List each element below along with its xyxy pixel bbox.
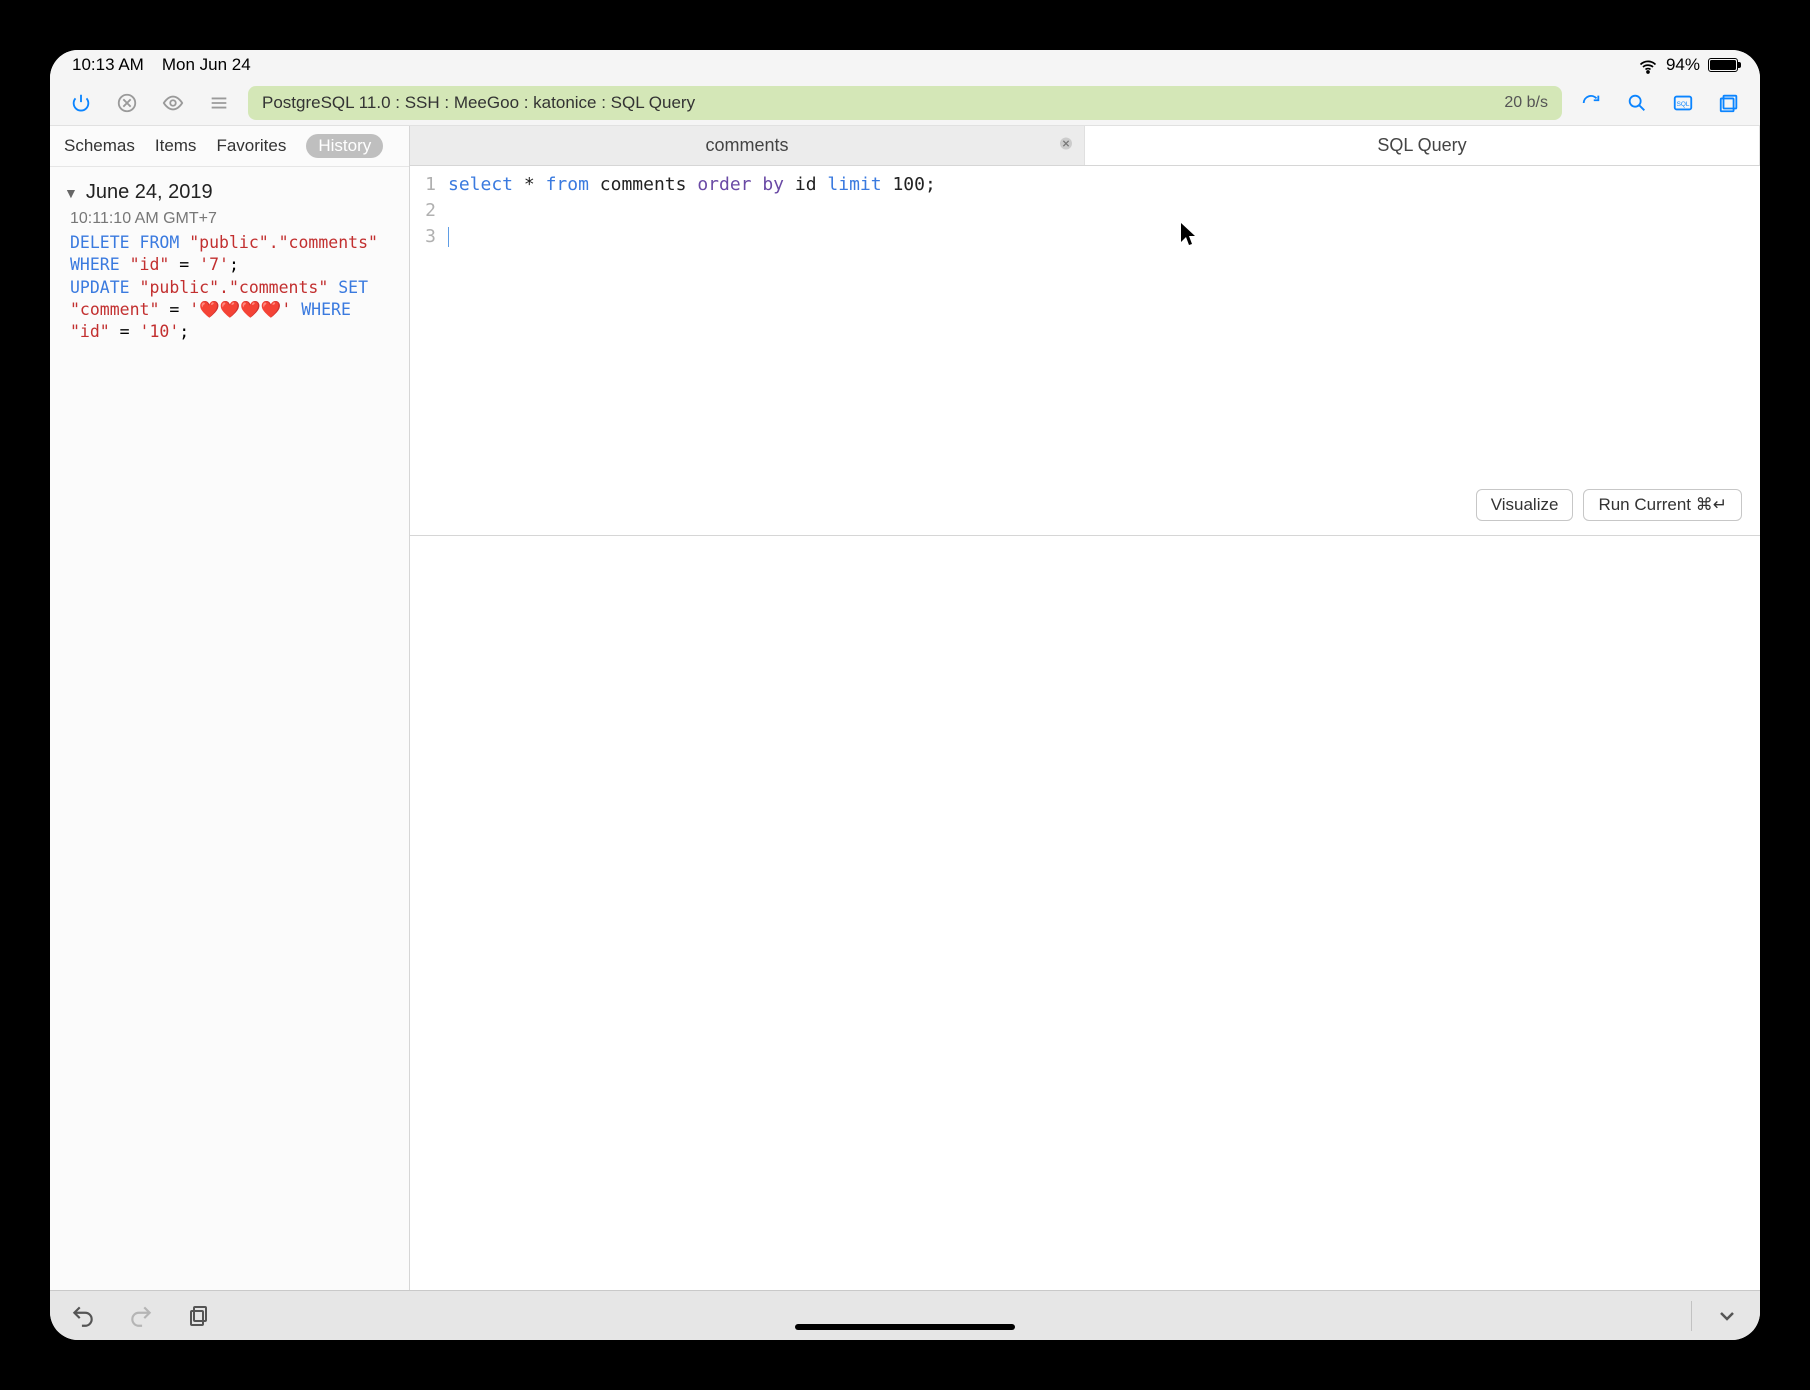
visualize-button[interactable]: Visualize bbox=[1476, 489, 1574, 521]
svg-text:SQL: SQL bbox=[1677, 100, 1690, 107]
close-icon[interactable] bbox=[1058, 135, 1074, 156]
status-bar: 10:13 AM Mon Jun 24 94% bbox=[50, 50, 1760, 80]
home-indicator bbox=[795, 1324, 1015, 1330]
mouse-cursor-icon bbox=[1180, 222, 1198, 251]
undo-icon[interactable] bbox=[68, 1301, 98, 1331]
history-date-header[interactable]: ▼ June 24, 2019 bbox=[64, 177, 395, 210]
sql-editor[interactable]: select * from comments order by id limit… bbox=[444, 172, 1760, 250]
tab-label: comments bbox=[705, 135, 788, 156]
tab-label: SQL Query bbox=[1377, 135, 1466, 156]
address-text: PostgreSQL 11.0 : SSH : MeeGoo : katonic… bbox=[262, 93, 695, 113]
sidebar-tab-items[interactable]: Items bbox=[155, 136, 197, 156]
sidebar: Schemas Items Favorites History ▼ June 2… bbox=[50, 126, 410, 1290]
list-icon[interactable] bbox=[202, 86, 236, 120]
history-sql[interactable]: DELETE FROM "public"."comments" WHERE "i… bbox=[64, 228, 395, 343]
sql-badge-icon[interactable]: SQL bbox=[1666, 86, 1700, 120]
refresh-icon[interactable] bbox=[1574, 86, 1608, 120]
redo-icon[interactable] bbox=[126, 1301, 156, 1331]
sidebar-tab-schemas[interactable]: Schemas bbox=[64, 136, 135, 156]
sidebar-tab-history[interactable]: History bbox=[306, 134, 383, 158]
toolbar: PostgreSQL 11.0 : SSH : MeeGoo : katonic… bbox=[50, 80, 1760, 126]
editor-area: 1 2 3 select * from comments order by id… bbox=[410, 166, 1760, 536]
bottom-bar bbox=[50, 1290, 1760, 1340]
editor-tabbar: comments SQL Query bbox=[410, 126, 1760, 166]
chevron-down-icon: ▼ bbox=[64, 185, 78, 201]
search-icon[interactable] bbox=[1620, 86, 1654, 120]
sidebar-tab-favorites[interactable]: Favorites bbox=[216, 136, 286, 156]
cancel-icon[interactable] bbox=[110, 86, 144, 120]
window-icon[interactable] bbox=[1712, 86, 1746, 120]
tab-sql-query[interactable]: SQL Query bbox=[1085, 126, 1760, 165]
power-icon[interactable] bbox=[64, 86, 98, 120]
address-bar[interactable]: PostgreSQL 11.0 : SSH : MeeGoo : katonic… bbox=[248, 86, 1562, 120]
battery-percent: 94% bbox=[1666, 55, 1700, 75]
history-date: June 24, 2019 bbox=[86, 181, 213, 204]
transfer-rate: 20 b/s bbox=[1504, 94, 1548, 112]
copy-icon[interactable] bbox=[184, 1301, 214, 1331]
sidebar-tabs: Schemas Items Favorites History bbox=[50, 126, 409, 167]
history-time: 10:11:10 AM GMT+7 bbox=[64, 210, 395, 228]
line-gutter: 1 2 3 bbox=[410, 172, 444, 250]
run-current-button[interactable]: Run Current ⌘↵ bbox=[1583, 489, 1742, 521]
results-pane bbox=[410, 536, 1760, 1290]
status-date: Mon Jun 24 bbox=[162, 55, 251, 75]
chevron-down-icon[interactable] bbox=[1712, 1301, 1742, 1331]
wifi-icon bbox=[1638, 57, 1658, 73]
status-time: 10:13 AM bbox=[72, 55, 144, 75]
battery-icon bbox=[1708, 58, 1738, 72]
eye-icon[interactable] bbox=[156, 86, 190, 120]
tab-comments[interactable]: comments bbox=[410, 126, 1085, 165]
